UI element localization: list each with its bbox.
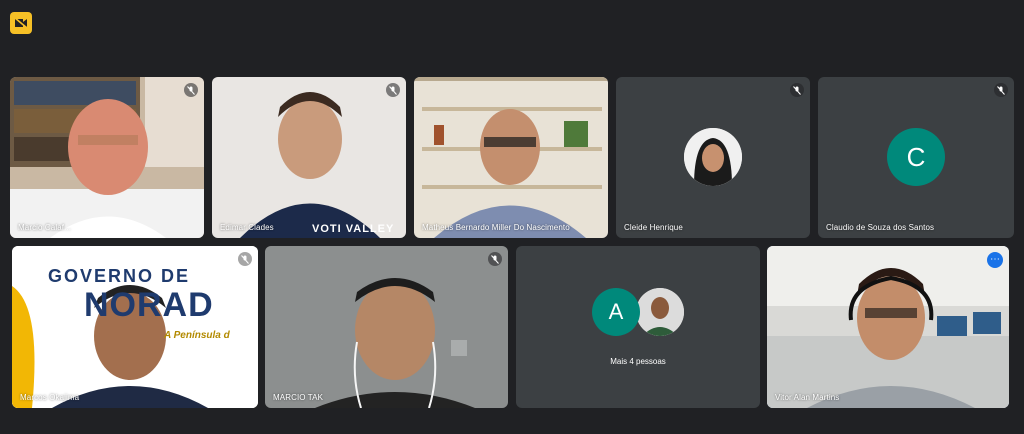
participant-tile-4[interactable]: Cleide Henrique xyxy=(616,77,810,238)
more-options-icon[interactable]: ⋯ xyxy=(987,252,1003,268)
participant-name: Marcio Calaf... xyxy=(18,223,72,232)
participant-tile-7[interactable]: MARCIO TAK xyxy=(265,246,508,408)
avatar-initial: A xyxy=(608,299,624,324)
participant-avatar xyxy=(636,288,684,336)
mic-off-icon xyxy=(184,83,198,97)
participant-tile-2[interactable]: VOTI VALLEY Edimar Clades xyxy=(212,77,406,238)
participant-video xyxy=(265,246,508,408)
participant-tile-8[interactable]: ⋯ Vitor Alan Martins xyxy=(767,246,1009,408)
participant-tile-6[interactable]: GOVERNO DE NORAD A Península d Marcos Ok… xyxy=(12,246,258,408)
participant-name: Edimar Clades xyxy=(220,223,274,232)
participant-name: Marcos Okajima xyxy=(20,393,80,402)
mic-off-icon xyxy=(790,83,804,97)
mic-off-icon xyxy=(386,83,400,97)
participant-avatar xyxy=(684,128,742,186)
mic-off-icon xyxy=(238,252,252,266)
participant-tile-5[interactable]: C Claudio de Souza dos Santos xyxy=(818,77,1014,238)
mic-off-icon xyxy=(488,252,502,266)
participant-name: Cleide Henrique xyxy=(624,223,683,232)
banner-line-2: NORAD xyxy=(84,286,214,324)
participant-name: Matheus Bernardo Miller Do Nascimento xyxy=(422,223,570,232)
camera-off-icon[interactable] xyxy=(10,12,32,34)
participant-avatar: A xyxy=(592,288,640,336)
participant-video xyxy=(10,77,204,238)
shirt-text: VOTI VALLEY xyxy=(312,223,395,235)
participant-video xyxy=(212,77,406,238)
participant-name: MARCIO TAK xyxy=(273,393,324,402)
participant-tile-3[interactable]: Matheus Bernardo Miller Do Nascimento xyxy=(414,77,608,238)
banner-subtitle: A Península d xyxy=(164,330,230,341)
participant-tile-1[interactable]: Marcio Calaf... xyxy=(10,77,204,238)
participant-avatar: C xyxy=(887,128,945,186)
mic-off-icon xyxy=(994,83,1008,97)
participant-name: Claudio de Souza dos Santos xyxy=(826,223,935,232)
more-people-label: Mais 4 pessoas xyxy=(610,357,666,366)
participant-video xyxy=(767,246,1009,408)
avatar-initial: C xyxy=(906,141,926,172)
more-participants-tile[interactable]: A Mais 4 pessoas xyxy=(516,246,760,408)
banner-line-1: GOVERNO DE xyxy=(48,266,191,286)
participant-video xyxy=(414,77,608,238)
participant-name: Vitor Alan Martins xyxy=(775,393,840,402)
